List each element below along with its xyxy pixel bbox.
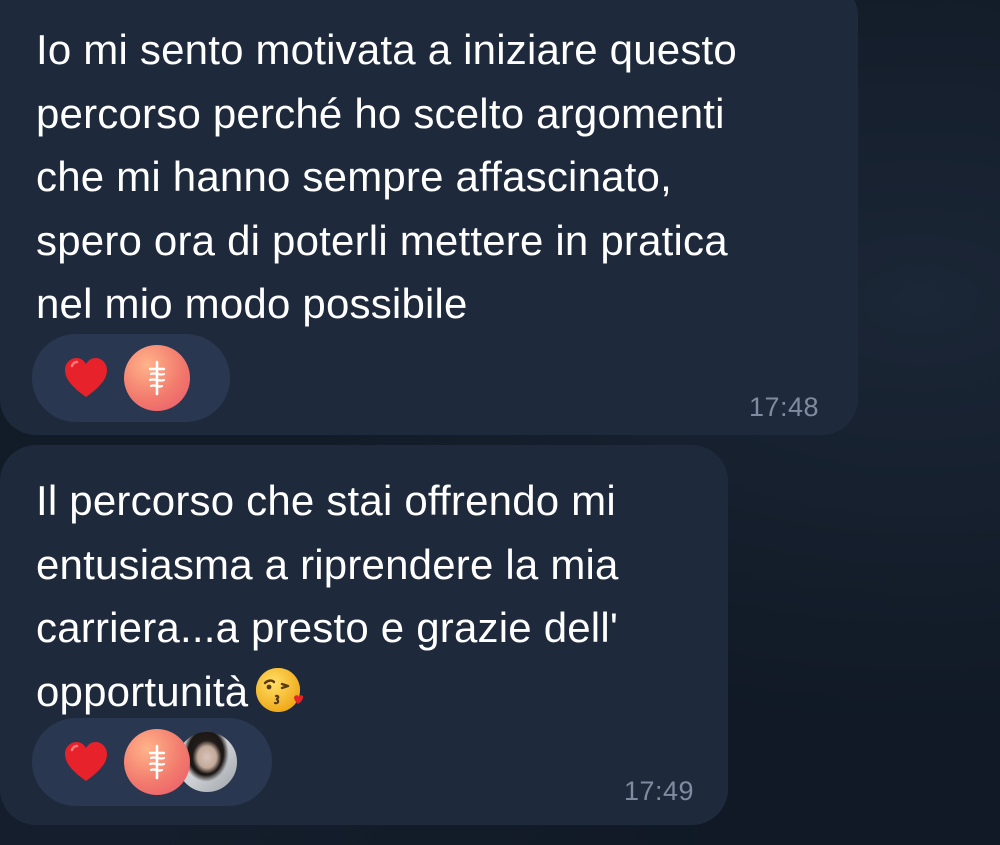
message-timestamp: 17:48 <box>749 392 820 422</box>
reactor-avatar <box>124 729 190 795</box>
heart-icon <box>62 738 110 786</box>
chat-background: Io mi sento motivata a iniziare questo p… <box>0 0 1000 845</box>
message-text: Il percorso che stai offrendo mi entusia… <box>36 469 716 723</box>
caduceus-icon <box>148 360 166 396</box>
kissing-face-emoji-icon <box>254 664 306 716</box>
reactor-avatar <box>124 345 190 411</box>
message-timestamp: 17:49 <box>624 776 695 806</box>
reactions-bar[interactable] <box>32 718 272 806</box>
message-bubble[interactable]: Il percorso che stai offrendo mi entusia… <box>0 445 728 825</box>
message-text: Io mi sento motivata a iniziare questo p… <box>36 26 737 327</box>
message-bubble[interactable]: Io mi sento motivata a iniziare questo p… <box>0 0 858 435</box>
heart-icon <box>62 354 110 402</box>
message-text-body: Il percorso che stai offrendo mi entusia… <box>36 477 619 715</box>
caduceus-icon <box>148 744 166 780</box>
reactions-bar[interactable] <box>32 334 230 422</box>
